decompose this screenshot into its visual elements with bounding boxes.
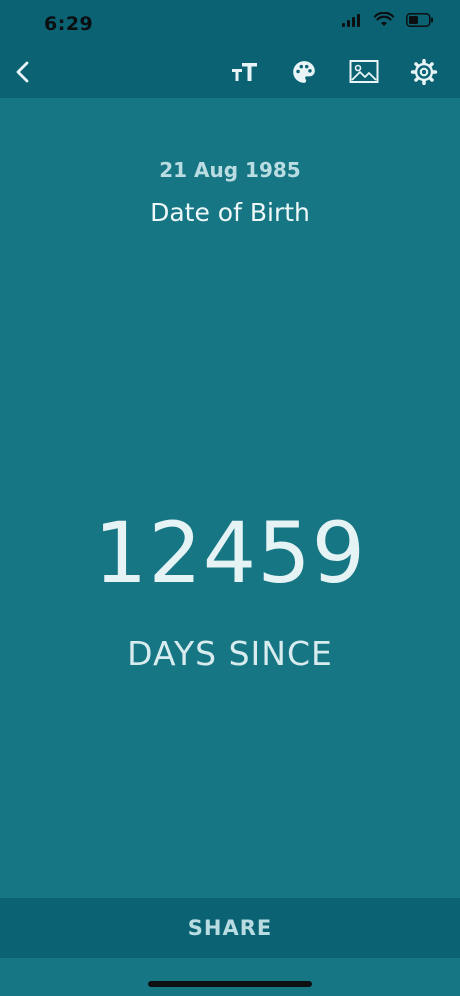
app-screen: 6:29 21 Aug 1985 Date of Birth 12459 DAY… [0,0,460,996]
counter-content: 21 Aug 1985 Date of Birth 12459 DAYS SIN… [0,98,460,898]
chevron-left-icon [16,61,29,83]
battery-icon [406,12,434,31]
palette-button[interactable] [287,55,321,89]
wifi-icon [373,11,395,31]
share-label: SHARE [187,916,273,940]
status-icons [342,11,434,31]
text-size-button[interactable] [228,55,262,89]
home-indicator[interactable] [148,981,312,987]
days-count: 12459 [93,504,367,602]
toolbar [0,46,460,98]
text-size-icon [232,63,257,81]
back-button[interactable] [6,55,40,89]
status-bar: 6:29 [0,0,460,46]
days-label: DAYS SINCE [127,634,333,673]
event-date: 21 Aug 1985 [159,158,301,182]
image-button[interactable] [347,55,381,89]
settings-button[interactable] [407,55,441,89]
image-icon [349,60,379,83]
status-time: 6:29 [44,13,94,35]
palette-icon [293,61,315,83]
gear-icon [410,58,438,86]
event-title: Date of Birth [150,198,310,227]
signal-icon [342,12,362,31]
share-button[interactable]: SHARE [0,898,460,958]
